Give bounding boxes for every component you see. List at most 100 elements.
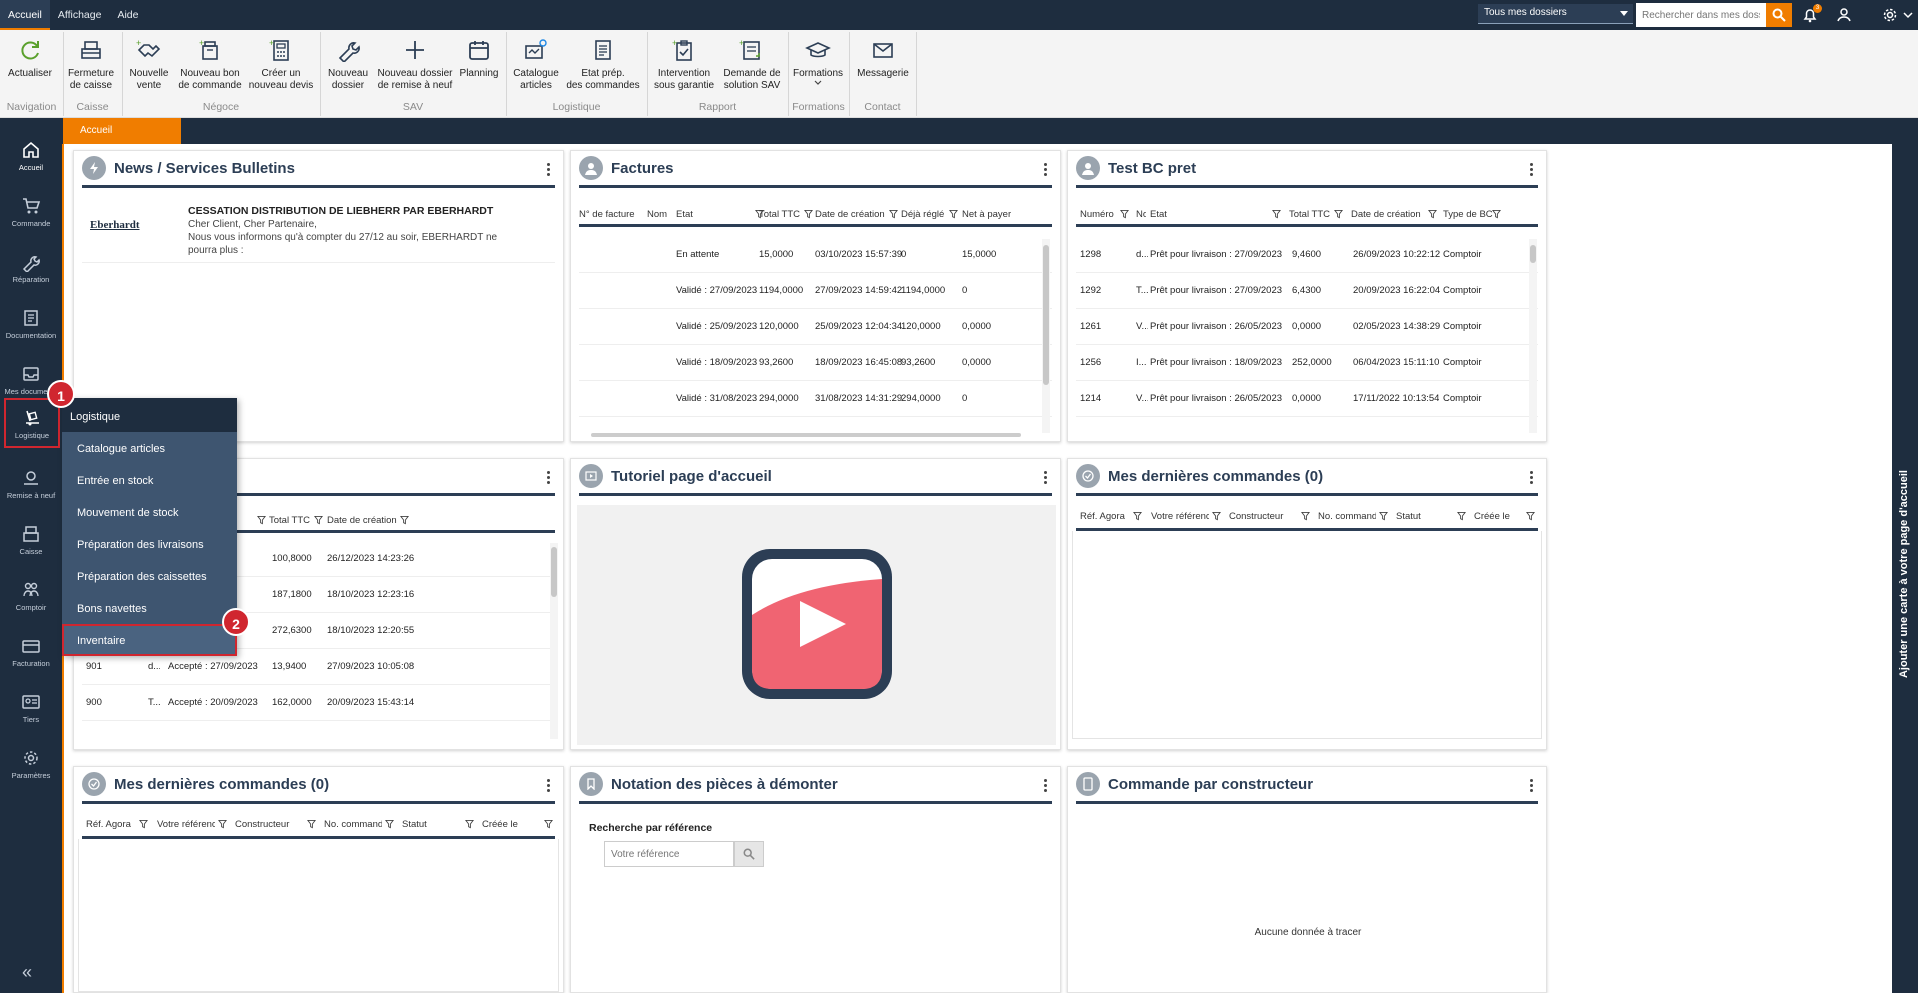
column-header[interactable]: Etat: [676, 209, 736, 220]
column-header[interactable]: Date de création: [815, 209, 891, 220]
table-row[interactable]: Validé : 27/09/2023 1194,0000 27/09/2023 1…: [579, 273, 1052, 309]
filter-icon[interactable]: [385, 819, 394, 829]
filter-icon[interactable]: [400, 515, 409, 525]
table-row[interactable]: 900 T... Accepté : 20/09/2023 162,0000 20/09…: [82, 685, 555, 721]
sidebar-item-accueil[interactable]: Accueil: [0, 129, 62, 181]
filter-icon[interactable]: [1120, 209, 1129, 219]
sidebar-item-remise-a-neuf[interactable]: Remise à neuf: [0, 457, 62, 509]
column-header[interactable]: Votre référence: [157, 819, 215, 830]
column-header[interactable]: No. commande: [1318, 511, 1376, 522]
sidebar-item-commande[interactable]: Commande: [0, 185, 62, 237]
scroll-thumb[interactable]: [551, 547, 557, 597]
intervention-garantie-button[interactable]: + Intervention sous garantie: [652, 32, 716, 92]
column-header[interactable]: Créée le: [482, 819, 522, 830]
filter-icon[interactable]: [544, 819, 553, 829]
card-menu-icon[interactable]: [1044, 163, 1048, 177]
menu-item-entree-stock[interactable]: Entrée en stock: [62, 464, 237, 496]
filter-icon[interactable]: [1272, 209, 1281, 219]
card-menu-icon[interactable]: [1044, 471, 1048, 485]
sidebar-item-comptoir[interactable]: Comptoir: [0, 569, 62, 621]
search-input[interactable]: [1636, 3, 1766, 27]
actualiser-button[interactable]: Actualiser: [6, 32, 54, 80]
play-video-icon[interactable]: [738, 545, 896, 703]
column-header[interactable]: Total TTC: [269, 515, 311, 526]
menu-item-inventaire[interactable]: Inventaire: [62, 624, 237, 656]
menu-accueil[interactable]: Accueil: [0, 0, 50, 30]
card-menu-icon[interactable]: [1530, 163, 1534, 177]
filter-icon[interactable]: [949, 209, 958, 219]
fermeture-caisse-button[interactable]: Fermeture de caisse: [66, 32, 116, 92]
tab-accueil[interactable]: Accueil: [63, 118, 181, 144]
reference-search-button[interactable]: [734, 841, 764, 867]
filter-icon[interactable]: [139, 819, 148, 829]
column-header[interactable]: Statut: [402, 819, 442, 830]
sidebar-item-reparation[interactable]: Réparation: [0, 241, 62, 293]
collapse-sidebar-icon[interactable]: «: [22, 962, 32, 983]
table-row[interactable]: Validé : 31/08/2023 294,0000 31/08/2023 14…: [579, 381, 1052, 417]
column-header[interactable]: Réf. Agora: [1080, 511, 1128, 522]
sidebar-item-caisse[interactable]: Caisse: [0, 513, 62, 565]
filter-icon[interactable]: [1301, 511, 1310, 521]
demande-solution-sav-button[interactable]: + Demande de solution SAV: [720, 32, 784, 92]
vertical-scrollbar[interactable]: [1529, 239, 1537, 433]
table-row[interactable]: Validé : 18/09/2023 93,2600 18/09/2023 16:…: [579, 345, 1052, 381]
column-header[interactable]: Nom: [647, 209, 671, 220]
formations-button[interactable]: Formations: [792, 32, 844, 86]
sidebar-item-facturation[interactable]: Facturation: [0, 625, 62, 677]
menu-item-bons-navettes[interactable]: Bons navettes: [62, 592, 237, 624]
settings-button[interactable]: [1880, 5, 1900, 25]
table-row[interactable]: 1298 d... Prêt pour livraison : 27/09/2023…: [1076, 237, 1538, 273]
catalogue-articles-button[interactable]: Catalogue articles: [512, 32, 560, 92]
messagerie-button[interactable]: Messagerie: [854, 32, 912, 80]
card-menu-icon[interactable]: [547, 779, 551, 793]
table-row[interactable]: En attente 15,0000 03/10/2023 15:57:39 0 15,…: [579, 237, 1052, 273]
table-row[interactable]: 1261 V...Prêt pour livraison : 26/05/2023…: [1076, 309, 1538, 345]
scroll-thumb[interactable]: [1043, 245, 1049, 385]
card-menu-icon[interactable]: [547, 471, 551, 485]
card-menu-icon[interactable]: [1530, 779, 1534, 793]
table-row[interactable]: 1292 T... Prêt pour livraison : 27/09/2023…: [1076, 273, 1538, 309]
column-header[interactable]: Numéro: [1080, 209, 1116, 220]
filter-icon[interactable]: [314, 515, 323, 525]
user-button[interactable]: [1834, 5, 1854, 25]
menu-item-mouvement-stock[interactable]: Mouvement de stock: [62, 496, 237, 528]
column-header[interactable]: Net à payer: [962, 209, 1012, 220]
horizontal-scrollbar[interactable]: [591, 433, 1021, 437]
column-header[interactable]: Constructeur: [235, 819, 295, 830]
column-header[interactable]: Total TTC: [1289, 209, 1331, 220]
table-row[interactable]: Validé : 25/09/2023 120,0000 25/09/2023 12…: [579, 309, 1052, 345]
menu-aide[interactable]: Aide: [109, 0, 146, 30]
video-player[interactable]: [577, 505, 1056, 745]
column-header[interactable]: Total TTC: [759, 209, 801, 220]
filter-icon[interactable]: [1457, 511, 1466, 521]
vertical-scrollbar[interactable]: [550, 543, 558, 739]
column-header[interactable]: Date de création: [327, 515, 399, 526]
search-button[interactable]: [1766, 3, 1792, 27]
filter-icon[interactable]: [804, 209, 813, 219]
menu-item-preparation-caissettes[interactable]: Préparation des caissettes: [62, 560, 237, 592]
column-header[interactable]: No. commande: [324, 819, 382, 830]
column-header[interactable]: Type de BC: [1443, 209, 1493, 220]
nouvelle-vente-button[interactable]: + Nouvelle vente: [125, 32, 173, 92]
sidebar-item-tiers[interactable]: Tiers: [0, 681, 62, 733]
column-header[interactable]: Constructeur: [1229, 511, 1289, 522]
column-header[interactable]: Date de création: [1351, 209, 1429, 220]
column-header[interactable]: Nom: [1136, 209, 1146, 220]
nouveau-dossier-button[interactable]: Nouveau dossier: [325, 32, 371, 92]
nouveau-bon-commande-button[interactable]: + Nouveau bon de commande: [178, 32, 242, 92]
sidebar-item-documentation[interactable]: Documentation: [0, 297, 62, 349]
table-row[interactable]: 1256 I... Prêt pour livraison : 18/09/2023…: [1076, 345, 1538, 381]
table-row[interactable]: 1214 V...Prêt pour livraison : 26/05/2023…: [1076, 381, 1538, 417]
menu-affichage[interactable]: Affichage: [50, 0, 110, 30]
filter-icon[interactable]: [1379, 511, 1388, 521]
filter-icon[interactable]: [1428, 209, 1437, 219]
column-header[interactable]: Déjà réglé: [901, 209, 947, 220]
filter-icon[interactable]: [1334, 209, 1343, 219]
filter-icon[interactable]: [257, 515, 266, 525]
menu-item-catalogue-articles[interactable]: Catalogue articles: [62, 432, 237, 464]
settings-dropdown[interactable]: [1900, 5, 1916, 25]
card-menu-icon[interactable]: [1530, 471, 1534, 485]
etat-preparation-button[interactable]: Etat prép. des commandes: [566, 32, 640, 92]
column-header[interactable]: Etat: [1150, 209, 1190, 220]
filter-icon[interactable]: [889, 209, 898, 219]
